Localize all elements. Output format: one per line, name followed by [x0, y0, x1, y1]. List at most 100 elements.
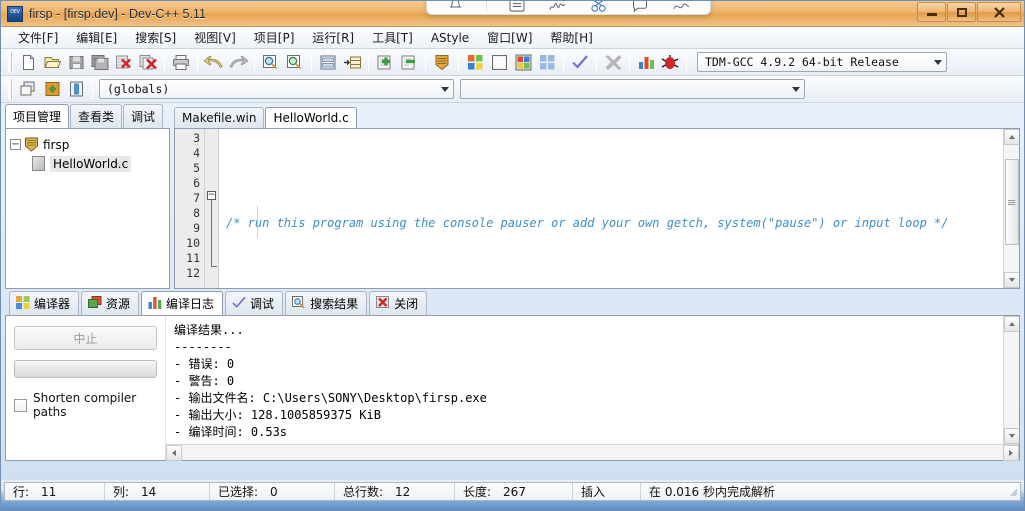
compiler-select[interactable]: TDM-GCC 4.9.2 64-bit Release: [697, 52, 947, 72]
code-text[interactable]: /* run this program using the console pa…: [219, 129, 1003, 288]
project-options-icon[interactable]: [430, 51, 454, 73]
menu-edit[interactable]: 编辑[E]: [67, 26, 126, 49]
compile-run-icon[interactable]: [511, 51, 535, 73]
editor-tab-makefile[interactable]: Makefile.win: [174, 107, 264, 128]
profile-icon[interactable]: [634, 51, 658, 73]
menu-search[interactable]: 搜索[S]: [126, 26, 185, 49]
menu-view[interactable]: 视图[V]: [185, 26, 245, 49]
print-icon[interactable]: [169, 51, 193, 73]
shorten-paths-row[interactable]: Shorten compiler paths: [14, 391, 157, 419]
toggle-browser-icon[interactable]: [64, 78, 88, 100]
comment-icon[interactable]: [629, 0, 651, 12]
tab-search-results[interactable]: 搜索结果: [285, 291, 367, 315]
insert-icon[interactable]: [40, 78, 64, 100]
scissors-icon[interactable]: [588, 0, 610, 12]
menu-help[interactable]: 帮助[H]: [541, 26, 601, 49]
stop-execution-icon[interactable]: [601, 51, 625, 73]
debug-icon[interactable]: [658, 51, 682, 73]
find-icon[interactable]: [259, 51, 283, 73]
tab-resources[interactable]: 资源: [81, 291, 139, 315]
scroll-grip-icon: [1008, 199, 1015, 206]
tab-debug-log[interactable]: 调试: [225, 291, 283, 315]
log-scroll-up-button[interactable]: [1004, 316, 1020, 332]
shorten-paths-checkbox[interactable]: [14, 399, 27, 412]
menu-file[interactable]: 文件[F]: [9, 26, 67, 49]
menu-astyle[interactable]: AStyle: [422, 28, 478, 48]
menu-run[interactable]: 运行[R]: [303, 26, 363, 49]
scroll-thumb[interactable]: [1005, 159, 1019, 245]
collapse-toggle-icon[interactable]: −: [10, 139, 21, 150]
save-all-icon[interactable]: [88, 51, 112, 73]
project-tree[interactable]: − firsp HelloWorld.c: [5, 128, 170, 289]
compile-icon[interactable]: [463, 51, 487, 73]
editor-vertical-scrollbar[interactable]: [1003, 129, 1019, 288]
window-title: firsp - [firsp.dev] - Dev-C++ 5.11: [29, 7, 206, 21]
project-name: firsp: [43, 138, 69, 152]
log-horizontal-scrollbar[interactable]: [166, 444, 1019, 460]
log-scroll-right-button[interactable]: [1003, 445, 1019, 461]
redo-icon[interactable]: [226, 51, 250, 73]
goto-line-icon[interactable]: [316, 51, 340, 73]
open-file-icon[interactable]: [40, 51, 64, 73]
status-row: 行: 11: [5, 483, 105, 500]
toolbar-grip[interactable]: [8, 52, 13, 72]
tab-project-manager[interactable]: 项目管理: [5, 104, 69, 129]
find-next-icon[interactable]: [283, 51, 307, 73]
close-all-icon[interactable]: [136, 51, 160, 73]
remove-from-project-icon[interactable]: [397, 51, 421, 73]
new-file-icon[interactable]: [16, 51, 40, 73]
class-toolbar-grip[interactable]: [8, 79, 13, 99]
tab-debug[interactable]: 调试: [123, 104, 163, 128]
fold-bracket-line: [211, 200, 212, 266]
abort-button[interactable]: 中止: [14, 326, 157, 350]
menu-project[interactable]: 项目[P]: [245, 26, 304, 49]
tab-close[interactable]: 关闭: [369, 291, 427, 315]
scroll-down-button[interactable]: [1004, 272, 1020, 288]
fold-column[interactable]: −: [205, 129, 219, 288]
log-vertical-scrollbar[interactable]: [1003, 316, 1019, 444]
bell-icon[interactable]: [445, 0, 467, 12]
rebuild-all-icon[interactable]: [535, 51, 559, 73]
list-icon[interactable]: [506, 0, 528, 12]
close-file-icon[interactable]: [112, 51, 136, 73]
member-select[interactable]: [460, 79, 805, 99]
scope-select[interactable]: (globals): [99, 79, 454, 99]
scroll-track[interactable]: [1004, 145, 1020, 272]
menu-window[interactable]: 窗口[W]: [478, 26, 541, 49]
log-scroll-left-button[interactable]: [166, 445, 182, 461]
tab-compiler[interactable]: 编译器: [9, 291, 79, 315]
fold-collapse-icon[interactable]: −: [207, 191, 216, 200]
tree-node-file[interactable]: HelloWorld.c: [10, 154, 165, 173]
line-number: 7: [175, 191, 204, 206]
dev-cpp-window: firsp - [firsp.dev] - Dev-C++ 5.11: [0, 0, 1025, 511]
highlighter-icon[interactable]: [670, 0, 692, 12]
scroll-up-button[interactable]: [1004, 129, 1020, 145]
new-class-icon[interactable]: [16, 78, 40, 100]
tree-node-project[interactable]: − firsp: [10, 135, 165, 154]
close-button[interactable]: [977, 2, 1021, 22]
tab-class-browser[interactable]: 查看类: [70, 104, 122, 128]
log-scroll-down-button[interactable]: [1004, 428, 1020, 444]
chevron-down-icon: [934, 60, 942, 65]
undo-icon[interactable]: [202, 51, 226, 73]
log-scroll-track[interactable]: [1004, 332, 1020, 428]
code-line-3: [219, 173, 1003, 188]
source-file-icon: [32, 156, 45, 171]
menu-tools[interactable]: 工具[T]: [363, 26, 422, 49]
maximize-button[interactable]: [947, 2, 976, 22]
save-icon[interactable]: [64, 51, 88, 73]
editor-tab-helloworld[interactable]: HelloWorld.c: [265, 107, 356, 129]
resize-grip-icon[interactable]: [1006, 485, 1020, 500]
snip-overlay-toolbar[interactable]: [426, 0, 711, 15]
log-hscroll-track[interactable]: [182, 445, 1003, 460]
syntax-check-icon[interactable]: [568, 51, 592, 73]
code-editor[interactable]: 3 4 5 6 7 8 9 10 11 12 −: [174, 128, 1020, 289]
run-icon[interactable]: [487, 51, 511, 73]
replace-icon[interactable]: [340, 51, 364, 73]
add-to-project-icon[interactable]: [373, 51, 397, 73]
code-comment: /* run this program using the console pa…: [226, 216, 948, 230]
pen-icon[interactable]: [547, 0, 569, 12]
tab-compile-log[interactable]: 编译日志: [141, 291, 223, 316]
minimize-button[interactable]: [917, 2, 946, 22]
status-total-lines: 总行数: 12: [335, 483, 455, 500]
